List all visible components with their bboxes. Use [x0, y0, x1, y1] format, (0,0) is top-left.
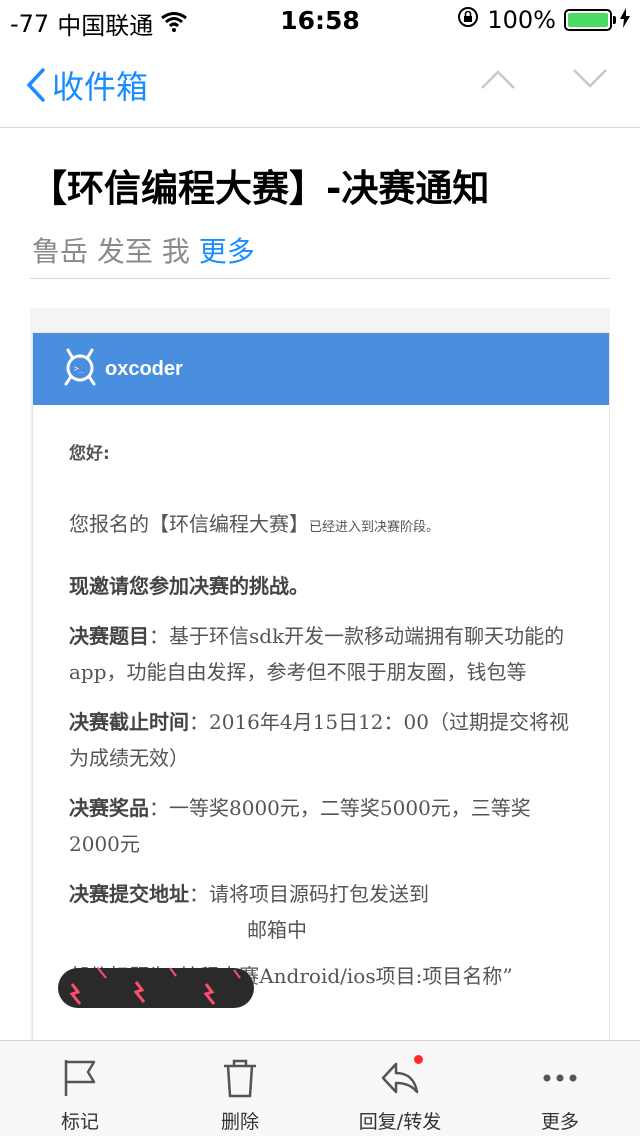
intro-small-text: 已经进入到决赛阶段。 [309, 520, 440, 535]
flag-button[interactable]: 标记 [20, 1055, 140, 1134]
deadline-label: 决赛截止时间 [69, 710, 189, 734]
greeting: 您好: [69, 444, 110, 464]
reply-forward-label: 回复/转发 [358, 1111, 442, 1133]
mail-content-frame: >_ oxcoder 您好: 您报名的【环信编程大赛】已经进入到决赛阶段。 现邀… [32, 332, 610, 1068]
paragraph-invite: 现邀请您参加决赛的挑战。 [69, 568, 573, 604]
delete-label: 删除 [220, 1111, 259, 1133]
battery-icon [564, 9, 616, 31]
oxcoder-logo-icon: >_ [63, 348, 97, 390]
more-label: 更多 [540, 1111, 579, 1133]
submit-label: 决赛提交地址 [69, 882, 189, 906]
chevron-down-icon [573, 69, 607, 88]
paragraph-topic: 决赛题目：基于环信sdk开发一款移动端拥有聊天功能的app，功能自由发挥，参考但… [69, 618, 573, 690]
paragraph-prize: 决赛奖品：一等奖8000元，二等奖5000元，三等奖2000元 [69, 790, 573, 862]
reply-icon [381, 1062, 419, 1094]
svg-text:>_: >_ [74, 364, 84, 373]
previous-mail-button[interactable] [480, 68, 516, 94]
flag-icon [64, 1060, 96, 1096]
rotation-lock-icon [457, 6, 479, 34]
flag-label: 标记 [60, 1111, 99, 1133]
trash-icon [224, 1059, 256, 1098]
notification-dot [414, 1055, 423, 1064]
brand-header: >_ oxcoder [33, 333, 609, 405]
paragraph-deadline: 决赛截止时间：2016年4月15日12：00（过期提交将视为成绩无效） [69, 704, 573, 776]
paragraph-submit: 决赛提交地址：请将项目源码打包发送到 邮箱中 [69, 876, 573, 948]
back-label: 收件箱 [52, 68, 149, 106]
more-button[interactable]: 更多 [500, 1055, 620, 1134]
mail-subject: 【环信编程大赛】-决赛通知 [30, 167, 490, 210]
mail-body: >_ oxcoder 您好: 您报名的【环信编程大赛】已经进入到决赛阶段。 现邀… [30, 308, 610, 1068]
sender-name[interactable]: 鲁岳 [32, 235, 88, 268]
battery-percent: 100% [487, 6, 556, 34]
back-button[interactable]: 收件箱 [26, 62, 148, 108]
submit-tail-text: 邮箱中 [247, 918, 307, 942]
invite-text: 现邀请您参加决赛的挑战。 [69, 574, 309, 598]
status-bar: -77 中国联通 16:58 100% [0, 0, 640, 40]
recipient-text: 发至 我 [96, 235, 190, 268]
divider [30, 278, 610, 279]
intro-text: 您报名的【环信编程大赛】 [69, 512, 309, 536]
submit-text: ：请将项目源码打包发送到 [189, 882, 429, 906]
topic-label: 决赛题目 [69, 624, 149, 648]
navigation-bar: 收件箱 [0, 40, 640, 128]
brand-name: oxcoder [105, 357, 183, 380]
mail-text: 您好: 您报名的【环信编程大赛】已经进入到决赛阶段。 现邀请您参加决赛的挑战。 … [33, 439, 609, 994]
bottom-toolbar: 标记 删除 回复/转发 更多 [0, 1040, 640, 1136]
status-right: 100% [457, 6, 630, 34]
delete-button[interactable]: 删除 [180, 1055, 300, 1134]
charging-icon [620, 6, 630, 34]
more-details-link[interactable]: 更多 [199, 235, 255, 268]
chevron-left-icon [26, 68, 45, 102]
ellipsis-icon [543, 1074, 577, 1082]
reply-forward-button[interactable]: 回复/转发 [340, 1055, 460, 1134]
prize-label: 决赛奖品 [69, 796, 149, 820]
next-mail-button[interactable] [572, 68, 608, 94]
chevron-up-icon [481, 70, 515, 89]
mail-meta: 鲁岳 发至 我 更多 [32, 230, 255, 270]
paragraph-intro: 您报名的【环信编程大赛】已经进入到决赛阶段。 [69, 506, 573, 546]
redaction-mark [58, 964, 254, 1012]
